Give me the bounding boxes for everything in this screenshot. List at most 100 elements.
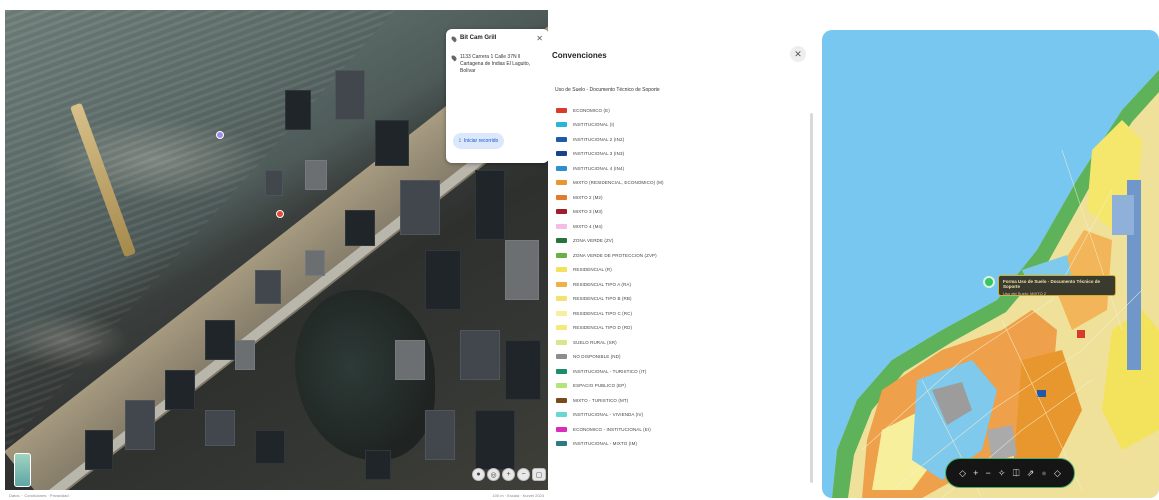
legend-label: MIXTO 3 (M3)	[573, 209, 603, 215]
legend-label: RESIDENCIAL (R)	[573, 267, 612, 273]
legend-item: INSTITUCIONAL - VIVIENDA (IV)	[556, 408, 796, 423]
zoom-in-button[interactable]: +	[502, 468, 515, 481]
legend-swatch	[556, 151, 567, 157]
legend-label: INSTITUCIONAL 4 (IN4)	[573, 165, 625, 171]
legend-swatch	[556, 180, 567, 186]
map-toolbar: ◇ + − ✧ ⎅ ⇗ ● ◇	[945, 458, 1075, 488]
legend-label: NO DISPONIBLE (ND)	[573, 354, 621, 360]
fullscreen-icon[interactable]: ▢	[532, 468, 546, 481]
building	[255, 430, 285, 464]
building	[505, 240, 539, 300]
location-icon	[450, 54, 458, 62]
legend-item: MIXTO 2 (M2)	[556, 190, 796, 205]
legend-panel: Convenciones ✕ Uso de Suelo - Documento …	[548, 23, 820, 500]
footer-left: Datos ·· Condiciones · Privacidad	[9, 492, 69, 498]
legend-label: ESPACIO PUBLICO (EP)	[573, 383, 626, 389]
share-icon[interactable]: ⇗	[1027, 468, 1035, 478]
building	[345, 210, 375, 246]
close-icon[interactable]: ✕	[536, 34, 543, 43]
building	[285, 90, 311, 130]
legend-item: INSTITUCIONAL 4 (IN4)	[556, 161, 796, 176]
place-title: Bit Cam Grill	[460, 35, 497, 41]
legend-subtitle: Uso de Suelo - Documento Técnico de Sopo…	[555, 87, 660, 93]
building	[305, 160, 327, 190]
legend-swatch	[556, 122, 567, 128]
pin-icon	[450, 35, 458, 43]
legend-swatch	[556, 194, 567, 200]
building	[165, 370, 195, 410]
building	[400, 180, 440, 235]
legend-label: RESIDENCIAL TIPO C (RC)	[573, 310, 633, 316]
legend-item: NO DISPONIBLE (ND)	[556, 350, 796, 365]
legend-item: RESIDENCIAL TIPO B (RB)	[556, 292, 796, 307]
building	[425, 410, 455, 460]
legend-scrollbar[interactable]	[810, 113, 813, 483]
legend-item: ESPACIO PUBLICO (EP)	[556, 379, 796, 394]
building	[265, 170, 283, 196]
zoning-map-canvas	[832, 70, 1159, 498]
zoom-in-icon[interactable]: +	[973, 468, 978, 478]
legend-item: INSTITUCIONAL 2 (IN2)	[556, 132, 796, 147]
legend-item: RESIDENCIAL TIPO D (RD)	[556, 321, 796, 336]
building	[505, 340, 541, 400]
satellite-map[interactable]: ✕ Bit Cam Grill 1133 Carrera 1 Calle 37N…	[5, 10, 548, 490]
legend-label: INSTITUCIONAL - TURISTICO (IT)	[573, 368, 647, 374]
legend-item: RESIDENCIAL TIPO C (RC)	[556, 306, 796, 321]
locate-icon[interactable]: ✧	[998, 468, 1006, 478]
legend-label: INSTITUCIONAL (I)	[573, 122, 615, 128]
pegman-icon[interactable]: ●	[472, 468, 485, 481]
info-icon[interactable]: ●	[1041, 468, 1046, 478]
legend-swatch	[556, 238, 567, 244]
legend-label: INSTITUCIONAL 3 (IN3)	[573, 151, 625, 157]
legend-title: Convenciones	[552, 51, 607, 60]
compass-icon[interactable]: ◎	[487, 468, 500, 481]
zoom-out-button[interactable]: −	[517, 468, 530, 481]
legend-item: MIXTO 4 (M4)	[556, 219, 796, 234]
legend-item: ECONOMICO (E)	[556, 103, 796, 118]
legend-item: INSTITUCIONAL 3 (IN3)	[556, 147, 796, 162]
legend-item: INSTITUCIONAL (I)	[556, 118, 796, 133]
building	[85, 430, 113, 470]
legend-swatch	[556, 368, 567, 374]
building	[125, 400, 155, 450]
zoom-out-icon[interactable]: −	[985, 468, 990, 478]
legend-item: MIXTO - TURISTICO (MT)	[556, 393, 796, 408]
rotate-right-icon[interactable]: ◇	[1054, 468, 1061, 478]
legend-label: ZONA VERDE DE PROTECCION (ZVP)	[573, 252, 657, 258]
legend-swatch	[556, 441, 567, 447]
legend-label: INSTITUCIONAL - VIVIENDA (IV)	[573, 412, 644, 418]
legend-swatch	[556, 383, 567, 389]
legend-swatch	[556, 136, 567, 142]
selected-place-marker-icon[interactable]	[276, 210, 284, 218]
legend-item: ZONA VERDE DE PROTECCION (ZVP)	[556, 248, 796, 263]
legend-label: MIXTO (RESIDENCIAL, ECONOMICO) (M)	[573, 180, 664, 186]
building	[205, 320, 235, 360]
legend-label: SUELO RURAL (SR)	[573, 339, 617, 345]
legend-label: ECONOMICO - INSTITUCIONAL (EI)	[573, 426, 651, 432]
start-route-button[interactable]: ⟟ Iniciar recorrido	[453, 133, 505, 149]
start-route-label: Iniciar recorrido	[463, 138, 499, 144]
legend-list: ECONOMICO (E) INSTITUCIONAL (I) INSTITUCIO…	[556, 103, 796, 451]
building	[365, 450, 391, 480]
map-marker-icon[interactable]	[983, 276, 995, 288]
close-legend-icon[interactable]: ✕	[790, 46, 806, 62]
legend-swatch	[556, 397, 567, 403]
legend-swatch	[556, 296, 567, 302]
building	[395, 340, 425, 380]
building	[235, 340, 255, 370]
legend-label: RESIDENCIAL TIPO D (RD)	[573, 325, 633, 331]
layer-toggle-thumbnail[interactable]	[14, 453, 31, 487]
place-card: ✕ Bit Cam Grill 1133 Carrera 1 Calle 37N…	[446, 29, 548, 163]
legend-swatch	[556, 339, 567, 345]
place-address: 1133 Carrera 1 Calle 37N ll Cartagena de…	[460, 54, 531, 74]
building	[425, 250, 461, 310]
legend-swatch	[556, 267, 567, 273]
legend-swatch	[556, 412, 567, 418]
zoning-map[interactable]: Forma Uso de Suelo - Documento Técnico d…	[822, 30, 1159, 498]
legend-item: INSTITUCIONAL - MIXTO (IM)	[556, 437, 796, 452]
legend-item: MIXTO (RESIDENCIAL, ECONOMICO) (M)	[556, 176, 796, 191]
place-marker-icon[interactable]	[216, 131, 224, 139]
rotate-left-icon[interactable]: ◇	[959, 468, 966, 478]
layers-icon[interactable]: ⎅	[1012, 468, 1019, 478]
legend-swatch	[556, 426, 567, 432]
